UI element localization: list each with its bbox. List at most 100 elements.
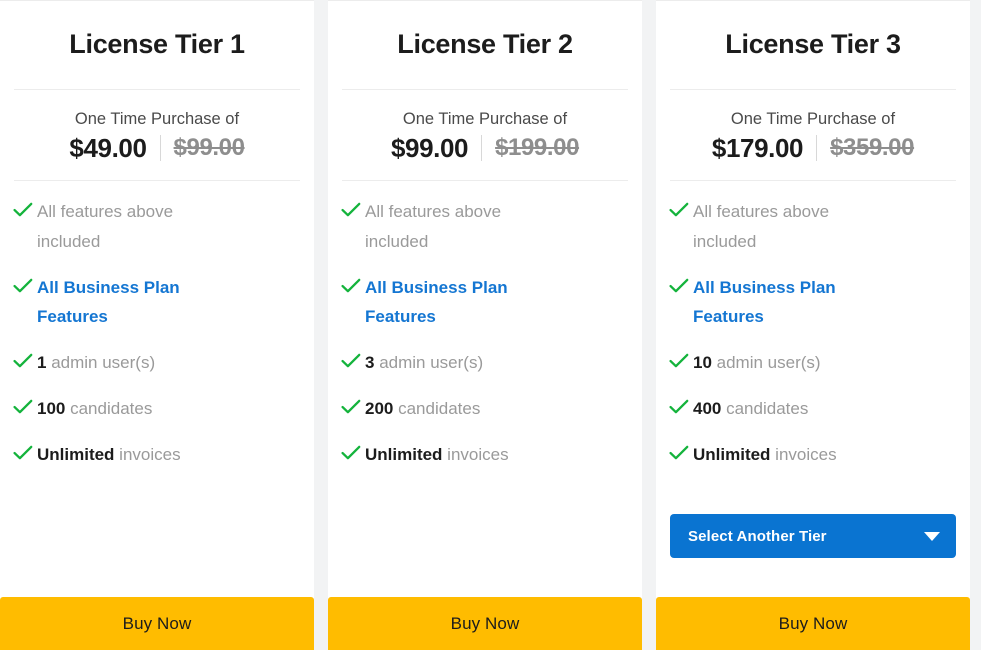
price-caption: One Time Purchase of — [74, 109, 240, 128]
feature-lead: Unlimited — [693, 444, 771, 464]
feature-item: 1 admin user(s) — [9, 348, 300, 378]
pricing-table: License Tier 1 One Time Purchase of $49.00… — [0, 0, 981, 650]
check-icon — [665, 197, 693, 221]
feature-item: All features above included — [665, 197, 956, 257]
select-another-tier-label: Select Another Tier — [688, 527, 827, 545]
feature-rest: admin user(s) — [711, 353, 821, 372]
feature-text: 1 admin user(s) — [37, 348, 155, 378]
feature-text: All features above included — [37, 197, 222, 257]
pricing-card: License Tier 3 One Time Purchase of $179.0… — [656, 0, 970, 650]
feature-text[interactable]: All Business Plan Features — [365, 273, 540, 333]
check-icon — [9, 440, 37, 464]
check-icon — [9, 273, 37, 297]
pricing-card: License Tier 1 One Time Purchase of $49.00… — [0, 0, 314, 650]
check-icon — [665, 273, 693, 297]
card-title: License Tier 1 — [69, 29, 245, 60]
feature-lead: 200 — [365, 398, 394, 418]
price-block: One Time Purchase of $179.00 $359.00 — [656, 90, 970, 180]
card-title: License Tier 2 — [397, 29, 573, 60]
price-block: One Time Purchase of $49.00 $99.00 — [0, 90, 314, 180]
feature-item: 100 candidates — [9, 394, 300, 424]
feature-lead: 400 — [693, 398, 722, 418]
price-row: $99.00 $199.00 — [390, 132, 580, 163]
feature-rest: invoices — [770, 444, 837, 464]
check-icon — [665, 348, 693, 372]
feature-rest: All Business Plan Features — [37, 277, 180, 327]
check-icon — [9, 394, 37, 418]
feature-item: 3 admin user(s) — [337, 348, 628, 378]
feature-text: 200 candidates — [365, 394, 480, 424]
feature-rest: All features above included — [37, 202, 174, 251]
check-icon — [665, 394, 693, 418]
feature-text: Unlimited invoices — [37, 440, 181, 470]
pricing-card: License Tier 2 One Time Purchase of $99.00… — [328, 0, 642, 650]
original-price: $199.00 — [495, 133, 580, 161]
feature-lead: 100 — [37, 398, 66, 418]
feature-text[interactable]: All Business Plan Features — [693, 273, 868, 333]
feature-item: All Business Plan Features — [9, 273, 300, 333]
feature-lead: 10 — [693, 353, 712, 372]
feature-list: All features above included All Business … — [0, 181, 314, 533]
feature-text[interactable]: All Business Plan Features — [37, 273, 212, 333]
check-icon — [665, 440, 693, 464]
feature-rest: invoices — [442, 444, 509, 464]
card-header: License Tier 1 — [0, 1, 314, 89]
feature-list: All features above included All Business … — [328, 181, 642, 533]
pricing-card-list: License Tier 1 One Time Purchase of $49.00… — [0, 0, 981, 650]
current-price: $49.00 — [69, 132, 147, 163]
check-icon — [337, 440, 365, 464]
feature-text: All features above included — [365, 197, 550, 257]
select-another-tier-button[interactable]: Select Another Tier — [670, 514, 956, 559]
feature-text: 400 candidates — [693, 394, 808, 424]
feature-rest: admin user(s) — [374, 353, 484, 372]
check-icon — [9, 197, 37, 221]
original-price: $99.00 — [173, 133, 245, 161]
feature-lead: Unlimited — [365, 444, 443, 464]
feature-lead: Unlimited — [37, 444, 115, 464]
feature-item: 400 candidates — [665, 394, 956, 424]
price-separator — [816, 134, 818, 161]
feature-text: Unlimited invoices — [693, 440, 837, 470]
price-row: $179.00 $359.00 — [711, 132, 915, 163]
feature-item: Unlimited invoices — [337, 440, 628, 470]
feature-text: 10 admin user(s) — [693, 348, 821, 378]
feature-rest: candidates — [65, 398, 153, 418]
feature-rest: All features above included — [693, 202, 830, 251]
feature-text: All features above included — [693, 197, 878, 257]
feature-item: Unlimited invoices — [9, 440, 300, 470]
feature-text: 100 candidates — [37, 394, 152, 424]
card-header: License Tier 3 — [656, 1, 970, 89]
price-row: $49.00 $99.00 — [69, 132, 245, 163]
price-separator — [481, 134, 483, 161]
chevron-down-icon — [924, 531, 940, 541]
feature-item: All features above included — [337, 197, 628, 257]
feature-item: 10 admin user(s) — [665, 348, 956, 378]
check-icon — [9, 348, 37, 372]
card-header: License Tier 2 — [328, 1, 642, 89]
buy-now-button[interactable]: Buy Now — [328, 597, 642, 650]
feature-rest: All features above included — [365, 202, 502, 251]
current-price: $179.00 — [711, 132, 804, 163]
price-caption: One Time Purchase of — [730, 109, 896, 128]
buy-now-button[interactable]: Buy Now — [656, 597, 970, 650]
feature-item: Unlimited invoices — [665, 440, 956, 470]
current-price: $99.00 — [390, 132, 469, 163]
price-caption: One Time Purchase of — [402, 109, 568, 128]
feature-rest: candidates — [721, 398, 809, 418]
feature-rest: candidates — [393, 398, 481, 418]
feature-text: Unlimited invoices — [365, 440, 509, 470]
feature-list: All features above included All Business … — [656, 181, 970, 508]
feature-item: All features above included — [9, 197, 300, 257]
feature-rest: invoices — [114, 444, 181, 464]
check-icon — [337, 273, 365, 297]
check-icon — [337, 197, 365, 221]
price-block: One Time Purchase of $99.00 $199.00 — [328, 90, 642, 180]
feature-rest: All Business Plan Features — [365, 277, 508, 327]
feature-rest: All Business Plan Features — [693, 277, 836, 327]
price-separator — [159, 134, 161, 161]
buy-now-button[interactable]: Buy Now — [0, 597, 314, 650]
feature-rest: admin user(s) — [46, 353, 156, 372]
feature-item: All Business Plan Features — [665, 273, 956, 333]
